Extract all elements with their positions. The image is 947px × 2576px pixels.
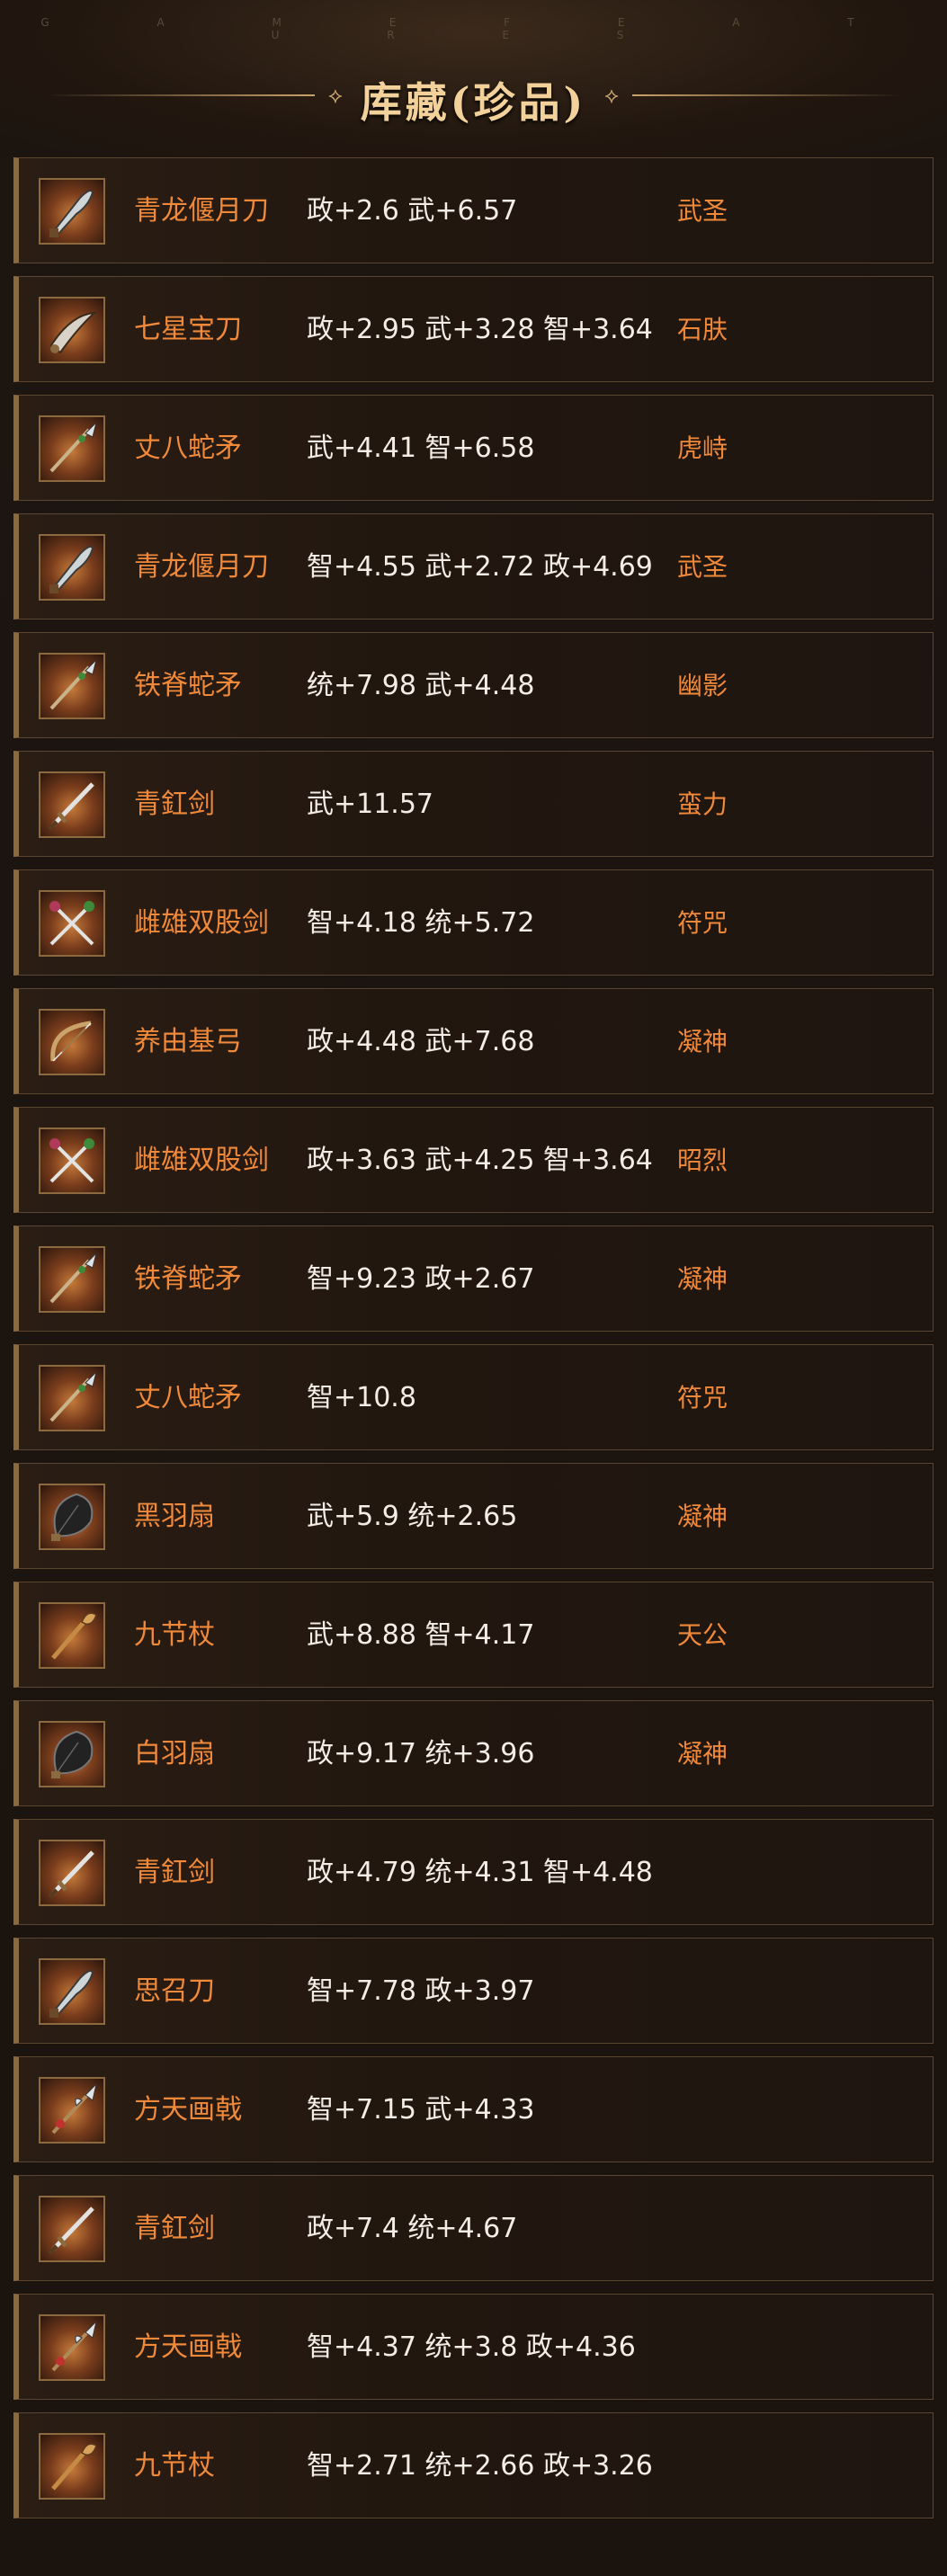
treasure-row[interactable]: 青釭剑 政+7.4 统+4.67 [13,2175,934,2281]
item-stats: 武+4.41 智+6.58 [307,432,535,464]
item-tag: 昭烈 [677,1145,728,1175]
sword-icon [39,2196,105,2262]
item-name: 青釭剑 [134,1857,215,1888]
treasure-row[interactable]: 青龙偃月刀 政+2.6 武+6.57 武圣 [13,157,934,263]
treasure-row[interactable]: 方天画戟 智+4.37 统+3.8 政+4.36 [13,2294,934,2400]
treasure-row[interactable]: 青龙偃月刀 智+4.55 武+2.72 政+4.69 武圣 [13,513,934,619]
item-tag: 天公 [677,1620,728,1650]
item-stats: 统+7.98 武+4.48 [307,670,535,701]
item-name: 青釭剑 [134,789,215,820]
item-name: 丈八蛇矛 [134,1382,242,1413]
treasure-row[interactable]: 黑羽扇 武+5.9 统+2.65 凝神 [13,1463,934,1569]
item-tag: 凝神 [677,1502,728,1531]
item-name: 铁脊蛇矛 [134,670,242,701]
item-name: 青釭剑 [134,2213,215,2244]
spear-icon [39,1246,105,1313]
item-name: 雌雄双股剑 [134,1145,269,1176]
title-area: ⟡ ⟡ 库藏(珍品) [0,63,947,127]
item-stats: 政+9.17 统+3.96 [307,1738,535,1769]
item-name: 铁脊蛇矛 [134,1263,242,1295]
item-tag: 幽影 [677,671,728,700]
item-stats: 智+2.71 统+2.66 政+3.26 [307,2450,653,2482]
treasure-row[interactable]: 方天画戟 智+7.15 武+4.33 [13,2056,934,2162]
item-name: 九节杖 [134,2450,215,2482]
treasure-row[interactable]: 青釭剑 武+11.57 蛮力 [13,751,934,857]
fan-icon [39,1484,105,1550]
item-name: 青龙偃月刀 [134,551,269,583]
treasure-row[interactable]: 九节杖 武+8.88 智+4.17 天公 [13,1582,934,1688]
item-name: 青龙偃月刀 [134,195,269,227]
item-stats: 政+3.63 武+4.25 智+3.64 [307,1145,653,1176]
item-stats: 政+2.95 武+3.28 智+3.64 [307,314,653,345]
item-stats: 智+7.15 武+4.33 [307,2094,535,2126]
item-stats: 智+4.37 统+3.8 政+4.36 [307,2331,636,2363]
item-name: 方天画戟 [134,2331,242,2363]
item-stats: 政+4.48 武+7.68 [307,1026,535,1057]
treasure-row[interactable]: 白羽扇 政+9.17 统+3.96 凝神 [13,1700,934,1806]
sword-icon [39,1840,105,1906]
item-tag: 符咒 [677,908,728,938]
item-stats: 智+4.55 武+2.72 政+4.69 [307,551,653,583]
treasure-row[interactable]: 丈八蛇矛 武+4.41 智+6.58 虎峙 [13,395,934,501]
spear-icon [39,653,105,719]
item-name: 方天画戟 [134,2094,242,2126]
item-name: 白羽扇 [134,1738,215,1769]
blade-icon [39,534,105,601]
treasure-list: 青龙偃月刀 政+2.6 武+6.57 武圣 七星宝刀 政+2.95 武+3.28 智+3… [13,157,934,2531]
item-stats: 政+7.4 统+4.67 [307,2213,518,2244]
saber-icon [39,297,105,363]
treasure-row[interactable]: 雌雄双股剑 政+3.63 武+4.25 智+3.64 昭烈 [13,1107,934,1213]
treasure-row[interactable]: 铁脊蛇矛 统+7.98 武+4.48 幽影 [13,632,934,738]
item-tag: 虎峙 [677,433,728,463]
halberd-icon [39,2077,105,2144]
treasure-row[interactable]: 养由基弓 政+4.48 武+7.68 凝神 [13,988,934,1094]
treasure-row[interactable]: 思召刀 智+7.78 政+3.97 [13,1938,934,2044]
treasure-row[interactable]: 青釭剑 政+4.79 统+4.31 智+4.48 [13,1819,934,1925]
treasure-row[interactable]: 七星宝刀 政+2.95 武+3.28 智+3.64 石肤 [13,276,934,382]
item-tag: 武圣 [677,196,728,226]
item-name: 雌雄双股剑 [134,907,269,939]
item-stats: 武+11.57 [307,789,434,820]
blade-icon [39,178,105,245]
fan-icon [39,1721,105,1787]
twin-swords-icon [39,1128,105,1194]
item-stats: 武+8.88 智+4.17 [307,1619,535,1651]
item-stats: 智+10.8 [307,1382,416,1413]
item-stats: 智+9.23 政+2.67 [307,1263,535,1295]
blade-icon [39,1958,105,2025]
treasure-row[interactable]: 铁脊蛇矛 智+9.23 政+2.67 凝神 [13,1226,934,1332]
item-name: 思召刀 [134,1975,215,2007]
item-tag: 凝神 [677,1264,728,1294]
item-tag: 蛮力 [677,789,728,819]
item-name: 丈八蛇矛 [134,432,242,464]
item-tag: 石肤 [677,315,728,344]
staff-icon [39,2433,105,2500]
item-tag: 凝神 [677,1739,728,1769]
treasure-row[interactable]: 丈八蛇矛 智+10.8 符咒 [13,1344,934,1450]
item-stats: 智+4.18 统+5.72 [307,907,535,939]
item-name: 九节杖 [134,1619,215,1651]
halberd-icon [39,2314,105,2381]
item-tag: 符咒 [677,1383,728,1413]
header-banner: G A M E F E A T U R E S ⟡ ⟡ 库藏(珍品) [0,0,947,157]
item-tag: 武圣 [677,552,728,582]
item-stats: 武+5.9 统+2.65 [307,1501,518,1532]
twin-swords-icon [39,890,105,957]
staff-icon [39,1602,105,1669]
item-name: 七星宝刀 [134,314,242,345]
treasure-row[interactable]: 雌雄双股剑 智+4.18 统+5.72 符咒 [13,869,934,976]
item-name: 养由基弓 [134,1026,242,1057]
header-subtitle: G A M E F E A T U R E S [40,16,907,41]
treasure-row[interactable]: 九节杖 智+2.71 统+2.66 政+3.26 [13,2412,934,2518]
item-stats: 政+2.6 武+6.57 [307,195,518,227]
item-tag: 凝神 [677,1027,728,1056]
sword-icon [39,771,105,838]
page-title: 库藏(珍品) [360,78,587,127]
bow-icon [39,1009,105,1075]
spear-icon [39,1365,105,1431]
item-name: 黑羽扇 [134,1501,215,1532]
item-stats: 政+4.79 统+4.31 智+4.48 [307,1857,653,1888]
item-stats: 智+7.78 政+3.97 [307,1975,535,2007]
spear-icon [39,415,105,482]
